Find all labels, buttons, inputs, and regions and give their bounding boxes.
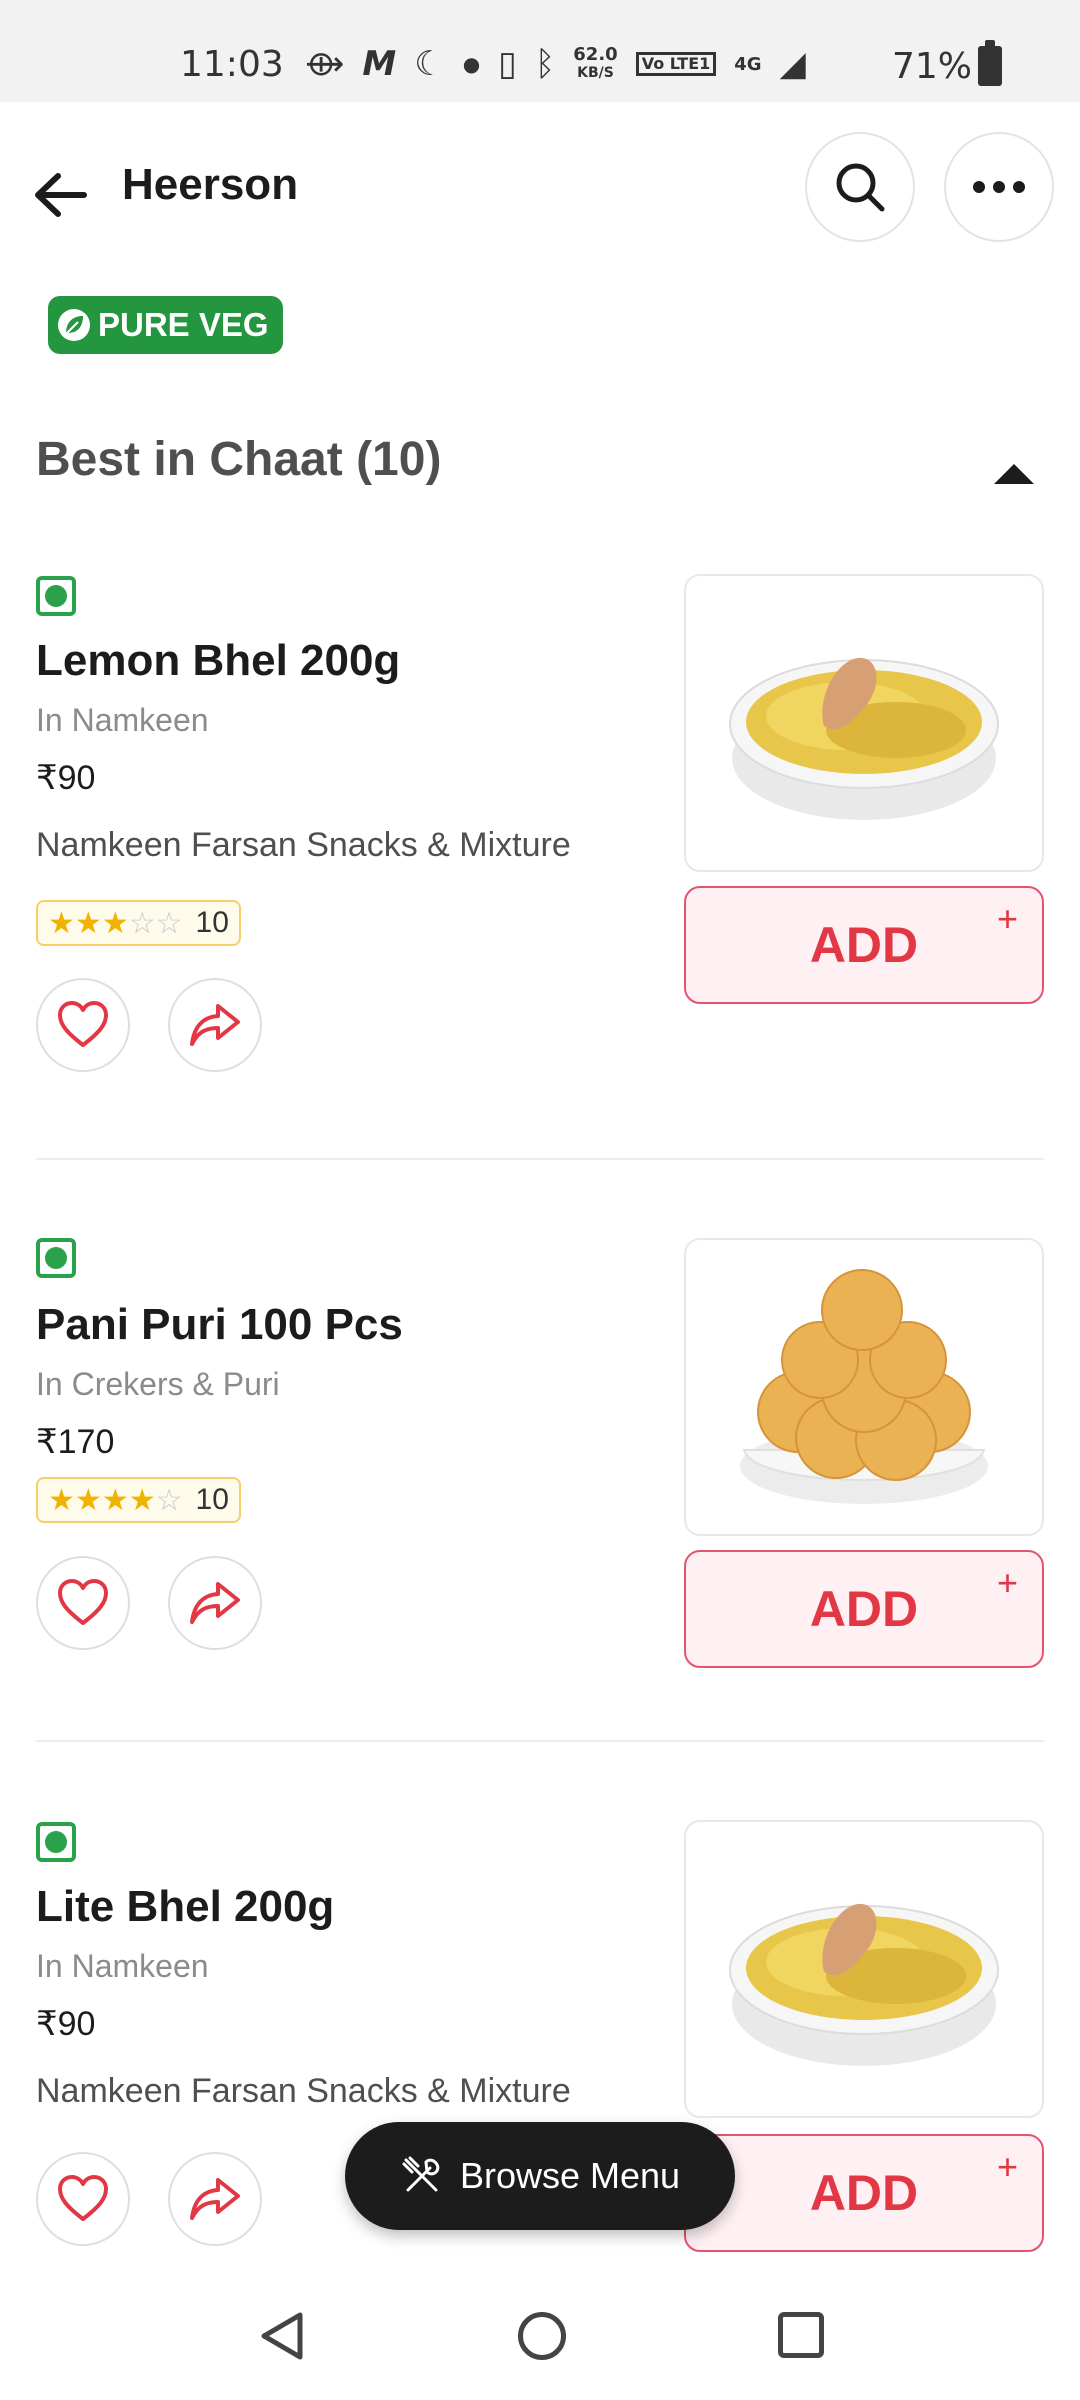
dot-icon: ● bbox=[462, 52, 481, 76]
share-button[interactable] bbox=[168, 978, 262, 1072]
arrow-left-icon bbox=[35, 173, 87, 217]
section-title: Best in Chaat (10) bbox=[36, 433, 442, 486]
signal-icon: ◢ bbox=[779, 44, 806, 84]
volte-icon: Vo LTE1 bbox=[635, 52, 717, 76]
network-speed: 62.0 KB/S bbox=[573, 44, 618, 82]
nav-home-button[interactable] bbox=[518, 2312, 566, 2360]
rating-count: 10 bbox=[195, 906, 229, 939]
system-nav-bar bbox=[0, 2270, 1080, 2400]
bluetooth-icon: ᛒ bbox=[534, 44, 556, 84]
search-button[interactable] bbox=[805, 132, 915, 242]
pure-veg-badge: PURE VEG bbox=[48, 296, 283, 354]
item-price: ₹90 bbox=[36, 2005, 96, 2043]
plus-icon: + bbox=[996, 1562, 1018, 1603]
add-label: ADD bbox=[809, 917, 919, 973]
app-notification-icon: ⟴ bbox=[305, 44, 345, 84]
network-type: 4G bbox=[734, 53, 762, 75]
add-label: ADD bbox=[809, 1581, 919, 1637]
share-button[interactable] bbox=[168, 2152, 262, 2246]
favorite-button[interactable] bbox=[36, 978, 130, 1072]
rating-count: 10 bbox=[195, 1483, 229, 1516]
item-description: Namkeen Farsan Snacks & Mixture bbox=[36, 2072, 571, 2110]
page-title: Heerson bbox=[122, 160, 299, 209]
heart-icon bbox=[58, 1579, 108, 1625]
veg-indicator-icon bbox=[36, 1822, 76, 1862]
item-name: Lite Bhel 200g bbox=[36, 1882, 335, 1931]
m-notification-icon: M bbox=[362, 44, 397, 84]
add-label: ADD bbox=[809, 2165, 919, 2221]
leaf-icon bbox=[58, 309, 90, 341]
share-arrow-icon bbox=[190, 1004, 240, 1046]
star-empty-icon: ☆ bbox=[128, 905, 156, 941]
collapse-section-icon[interactable] bbox=[994, 464, 1034, 484]
rating-stars: ★★★☆☆ bbox=[48, 906, 183, 941]
battery-icon bbox=[978, 40, 1002, 86]
status-time: 11:03 bbox=[180, 44, 284, 85]
nav-recents-button[interactable] bbox=[778, 2312, 824, 2358]
search-icon bbox=[836, 163, 885, 212]
veg-indicator-icon bbox=[36, 576, 76, 616]
star-filled-icon: ★ bbox=[48, 905, 75, 941]
star-filled-icon: ★ bbox=[74, 905, 102, 941]
item-description: Namkeen Farsan Snacks & Mixture bbox=[36, 826, 571, 864]
rating-badge: ★★★★☆ 10 bbox=[36, 1477, 241, 1523]
item-image[interactable] bbox=[684, 1820, 1044, 2118]
plus-icon: + bbox=[996, 898, 1018, 939]
star-empty-icon: ☆ bbox=[155, 905, 183, 941]
item-divider bbox=[36, 1740, 1044, 1742]
back-button[interactable] bbox=[30, 162, 96, 228]
star-filled-icon: ★ bbox=[101, 1482, 129, 1518]
item-divider bbox=[36, 1158, 1044, 1160]
bhel-bowl-image-icon bbox=[729, 1903, 999, 2066]
item-price: ₹90 bbox=[36, 759, 96, 797]
nav-back-button[interactable] bbox=[258, 2310, 308, 2367]
item-category: In Namkeen bbox=[36, 702, 209, 738]
favorite-button[interactable] bbox=[36, 2152, 130, 2246]
fork-knife-icon bbox=[402, 2156, 440, 2192]
pani-puri-image-icon bbox=[740, 1269, 988, 1504]
veg-indicator-icon bbox=[36, 1238, 76, 1278]
heart-icon bbox=[58, 1001, 108, 1047]
share-arrow-icon bbox=[190, 2178, 240, 2220]
item-category: In Namkeen bbox=[36, 1948, 209, 1984]
item-price: ₹170 bbox=[36, 1423, 115, 1461]
share-button[interactable] bbox=[168, 1556, 262, 1650]
rating-stars: ★★★★☆ bbox=[48, 1483, 183, 1518]
battery-percent: 71% bbox=[892, 46, 973, 87]
add-button[interactable]: ADD + bbox=[684, 2134, 1044, 2252]
dnd-moon-icon: ☾ bbox=[414, 44, 445, 84]
bhel-bowl-image-icon bbox=[729, 657, 999, 820]
browse-menu-button[interactable]: Browse Menu bbox=[345, 2122, 735, 2230]
star-filled-icon: ★ bbox=[74, 1482, 102, 1518]
item-name: Lemon Bhel 200g bbox=[36, 636, 401, 685]
pure-veg-label: PURE VEG bbox=[98, 306, 269, 343]
vibrate-icon: ▯ bbox=[498, 44, 517, 84]
item-image[interactable] bbox=[684, 574, 1044, 872]
more-horizontal-icon bbox=[973, 181, 1025, 193]
favorite-button[interactable] bbox=[36, 1556, 130, 1650]
triangle-back-icon bbox=[261, 2312, 303, 2360]
plus-icon: + bbox=[996, 2146, 1018, 2187]
share-arrow-icon bbox=[190, 1582, 240, 1624]
browse-menu-label: Browse Menu bbox=[459, 2155, 681, 2196]
status-bar: 11:03 ⟴ M ☾ ● ▯ ᛒ 62.0 KB/S Vo LTE1 4G ◢… bbox=[0, 0, 1080, 102]
add-button[interactable]: ADD + bbox=[684, 1550, 1044, 1668]
item-name: Pani Puri 100 Pcs bbox=[36, 1300, 403, 1349]
heart-icon bbox=[58, 2175, 108, 2221]
star-empty-icon: ☆ bbox=[155, 1482, 183, 1518]
add-button[interactable]: ADD + bbox=[684, 886, 1044, 1004]
item-category: In Crekers & Puri bbox=[36, 1366, 280, 1402]
star-filled-icon: ★ bbox=[48, 1482, 75, 1518]
star-filled-icon: ★ bbox=[128, 1482, 156, 1518]
store-header: Heerson bbox=[0, 102, 1080, 272]
star-filled-icon: ★ bbox=[101, 905, 129, 941]
status-icons: ⟴ M ☾ ● ▯ ᛒ 62.0 KB/S Vo LTE1 4G ◢ bbox=[305, 44, 806, 84]
item-image[interactable] bbox=[684, 1238, 1044, 1536]
rating-badge: ★★★☆☆ 10 bbox=[36, 900, 241, 946]
more-options-button[interactable] bbox=[944, 132, 1054, 242]
